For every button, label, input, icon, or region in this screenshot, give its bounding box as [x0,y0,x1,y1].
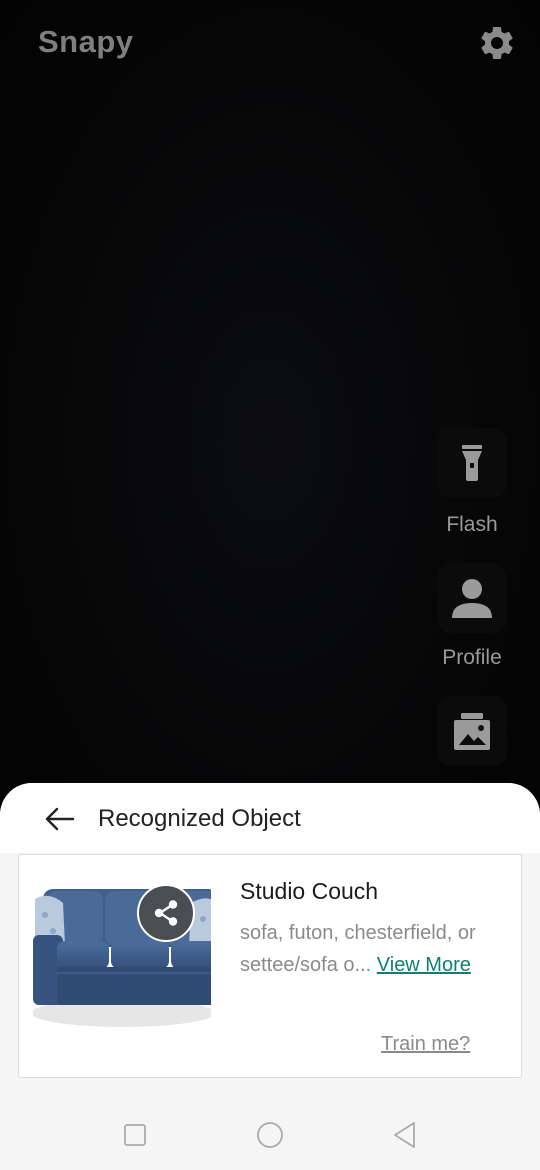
view-more-link[interactable]: View More [377,954,471,976]
system-nav-bar [0,1100,540,1170]
app-title: Snapy [38,24,134,59]
profile-button[interactable] [437,563,507,633]
object-description: sofa, futon, chesterfield, or settee/sof… [240,917,505,981]
settings-button[interactable] [476,22,518,64]
person-icon [452,579,492,618]
share-button[interactable] [137,884,195,942]
flash-button[interactable] [437,428,507,498]
triangle-back-icon [394,1122,415,1148]
square-icon [124,1124,146,1146]
circle-icon [257,1122,283,1148]
gallery-icon [454,713,490,750]
flash-label: Flash [446,513,498,536]
result-card: Studio Couch sofa, futon, chesterfield, … [18,854,522,1078]
home-button[interactable] [253,1118,287,1152]
sheet-header: Recognized Object [0,783,540,853]
camera-viewfinder[interactable] [0,0,540,800]
sheet-title: Recognized Object [98,805,301,832]
share-icon [154,900,178,926]
object-name: Studio Couch [240,878,379,904]
recents-button[interactable] [118,1118,152,1152]
arrow-left-icon [45,807,75,831]
nav-back-button[interactable] [388,1118,422,1152]
back-button[interactable] [40,801,80,837]
train-me-link[interactable]: Train me? [381,1033,470,1056]
gear-icon [481,26,513,59]
flashlight-icon [462,445,482,481]
profile-label: Profile [442,646,502,669]
gallery-button[interactable] [437,696,507,766]
